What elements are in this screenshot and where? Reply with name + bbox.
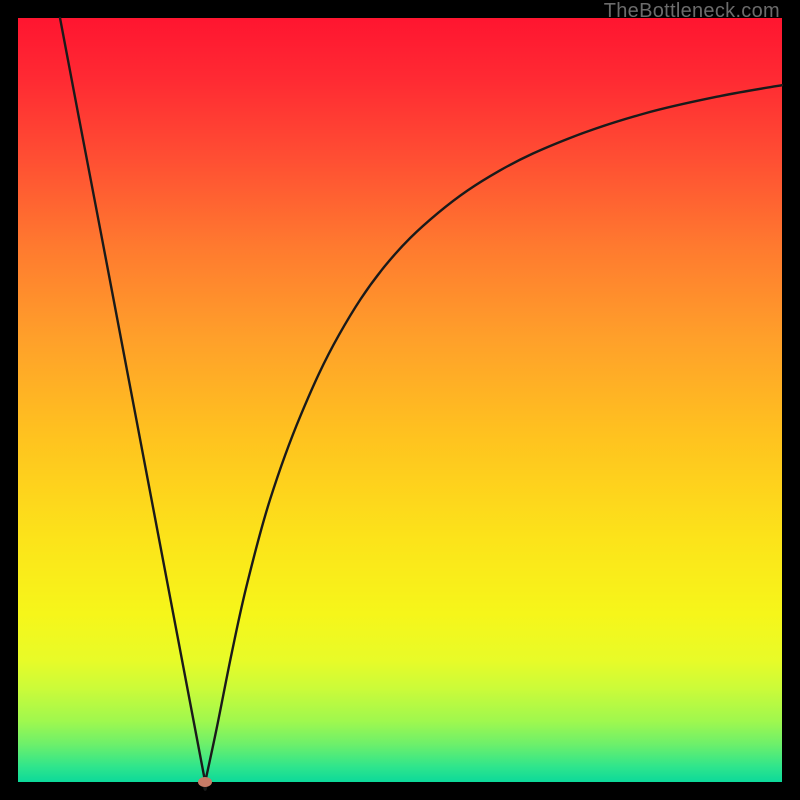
plot-area	[18, 18, 782, 782]
watermark: TheBottleneck.com	[604, 0, 780, 23]
chart-frame: TheBottleneck.com	[0, 0, 800, 800]
optimum-marker	[198, 777, 212, 787]
bottleneck-curve	[18, 18, 782, 782]
